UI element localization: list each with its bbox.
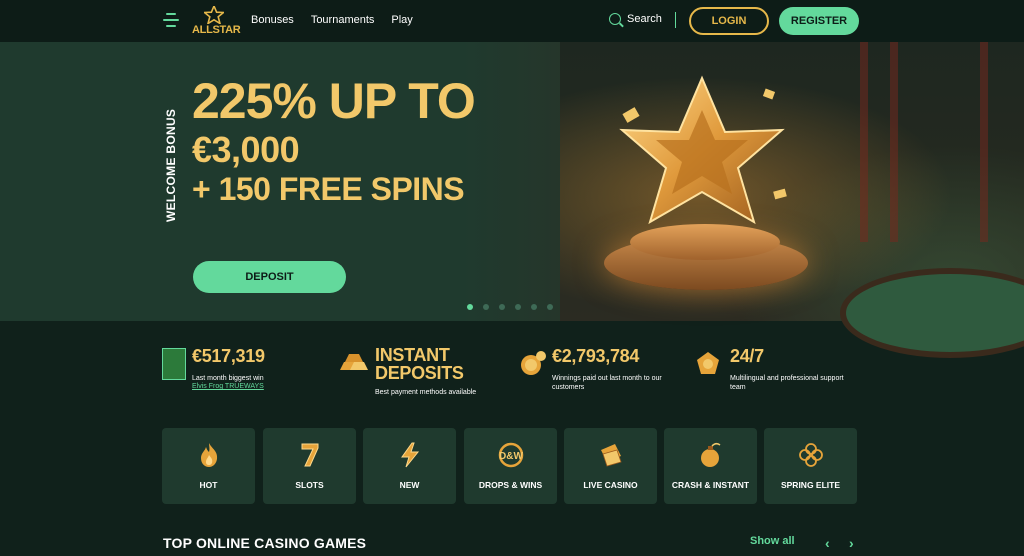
search-icon <box>609 13 621 25</box>
svg-text:D&W: D&W <box>499 451 523 462</box>
category-drops-wins[interactable]: D&W DROPS & WINS <box>464 428 557 504</box>
register-button[interactable]: REGISTER <box>779 7 859 35</box>
stat-desc: Winnings paid out last month to our cust… <box>552 375 662 391</box>
category-label: NEW <box>399 480 420 490</box>
slider-dot[interactable] <box>499 304 505 310</box>
bomb-icon <box>700 442 720 467</box>
gold-bars-icon <box>340 354 368 370</box>
flame-icon <box>200 443 217 467</box>
nav-tournaments[interactable]: Tournaments <box>311 14 375 26</box>
lightning-icon <box>400 442 419 468</box>
category-label: LIVE CASINO <box>583 480 638 490</box>
category-hot[interactable]: HOT <box>162 428 255 504</box>
main-nav: Bonuses Tournaments Play <box>251 14 413 26</box>
stat-support: 24/7 Multilingual and professional suppo… <box>730 346 860 392</box>
hero-banner: WELCOME BONUS 225% UP TO €3,000 + 150 FR… <box>0 42 1024 321</box>
slider-dot[interactable] <box>467 304 473 310</box>
nav-play[interactable]: Play <box>391 14 412 26</box>
stat-value: €2,793,784 <box>552 346 640 366</box>
game-thumbnail-icon <box>162 348 186 380</box>
stat-value: 24/7 <box>730 346 764 366</box>
category-label: HOT <box>199 480 218 490</box>
category-label: SLOTS <box>295 480 324 490</box>
cards-icon <box>600 444 622 467</box>
top-header: ALLSTAR Bonuses Tournaments Play Search … <box>0 0 1024 42</box>
game-link[interactable]: Elvis Frog TRUEWAYS <box>192 383 265 390</box>
bonus-headline: 225% UP TO <box>192 73 476 129</box>
chevron-left-icon[interactable]: ‹ <box>825 535 830 551</box>
slider-dot[interactable] <box>547 304 553 310</box>
drops-wins-icon: D&W <box>498 442 523 468</box>
stat-desc: Best payment methods available <box>375 389 477 396</box>
stat-value: INSTANT DEPOSITS <box>375 345 464 383</box>
stat-instant-deposits: INSTANT DEPOSITS Best payment methods av… <box>375 346 476 397</box>
category-crash-instant[interactable]: CRASH & INSTANT <box>664 428 757 504</box>
logo[interactable]: ALLSTAR <box>192 6 241 36</box>
support-icon <box>697 352 719 374</box>
clover-icon <box>798 443 823 467</box>
gold-star-icon <box>619 75 787 225</box>
seven-icon <box>301 443 318 467</box>
category-label: SPRING ELITE <box>780 480 841 490</box>
bonus-amount: €3,000 <box>192 129 300 170</box>
menu-icon[interactable] <box>163 13 179 27</box>
header-divider <box>675 12 676 28</box>
deposit-button[interactable]: DEPOSIT <box>193 261 346 293</box>
category-spring-elite[interactable]: SPRING ELITE <box>764 428 857 504</box>
stat-biggest-win: €517,319 Last month biggest win Elvis Fr… <box>192 346 265 390</box>
logo-star-icon <box>204 6 224 24</box>
welcome-bonus-label: WELCOME BONUS <box>164 108 178 222</box>
stat-desc: Last month biggest win <box>192 375 264 382</box>
search-button[interactable]: Search <box>609 13 662 25</box>
slider-dots <box>467 304 553 310</box>
login-button[interactable]: LOGIN <box>689 7 769 35</box>
section-title: TOP ONLINE CASINO GAMES <box>163 535 367 551</box>
slider-dot[interactable] <box>515 304 521 310</box>
category-new[interactable]: NEW <box>363 428 456 504</box>
free-spins: + 150 FREE SPINS <box>192 171 465 207</box>
slider-dot[interactable] <box>483 304 489 310</box>
stat-desc: Multilingual and professional support te… <box>730 375 844 391</box>
search-label: Search <box>627 13 662 25</box>
stat-winnings-paid: €2,793,784 Winnings paid out last month … <box>552 346 682 392</box>
category-label: CRASH & INSTANT <box>671 480 750 490</box>
category-slots[interactable]: SLOTS <box>263 428 356 504</box>
logo-text: ALLSTAR <box>192 24 241 36</box>
category-label: DROPS & WINS <box>478 480 543 490</box>
category-live-casino[interactable]: LIVE CASINO <box>564 428 657 504</box>
slider-dot[interactable] <box>531 304 537 310</box>
stat-value: €517,319 <box>192 346 265 366</box>
chevron-right-icon[interactable]: › <box>849 535 854 551</box>
nav-bonuses[interactable]: Bonuses <box>251 14 294 26</box>
show-all-link[interactable]: Show all <box>750 535 795 547</box>
coins-icon <box>521 351 546 375</box>
